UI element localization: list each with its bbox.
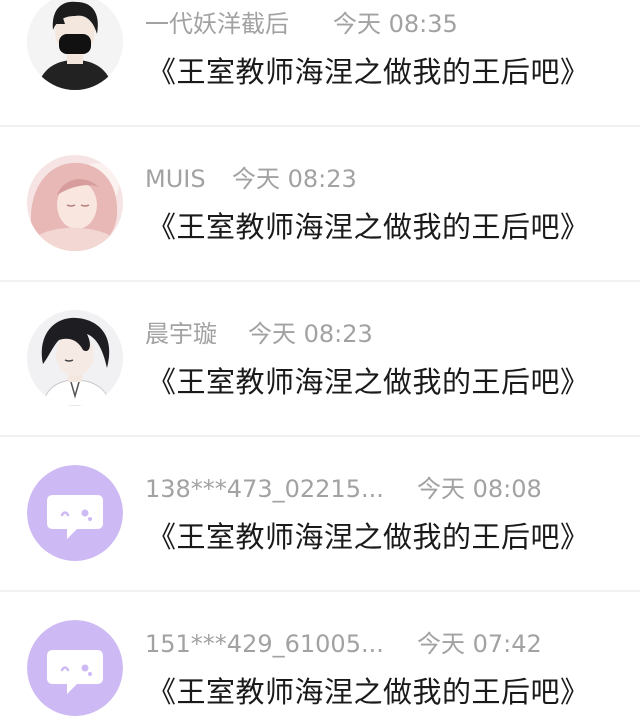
timestamp: 今天 08:23	[248, 320, 373, 348]
book-title-link[interactable]: 《王室教师海涅之做我的王后吧》	[147, 517, 590, 557]
comment-meta: 一代妖洋截后 今天 08:35	[145, 6, 458, 42]
timestamp: 今天 07:42	[417, 630, 542, 658]
book-title-link[interactable]: 《王室教师海涅之做我的王后吧》	[147, 207, 590, 247]
book-title-link[interactable]: 《王室教师海涅之做我的王后吧》	[147, 672, 590, 712]
book-title-link[interactable]: 《王室教师海涅之做我的王后吧》	[147, 362, 590, 402]
comment-meta: 151***429_61005... 今天 07:42	[145, 626, 542, 662]
comment-item[interactable]: MUIS 今天 08:23 《王室教师海涅之做我的王后吧》	[0, 127, 640, 282]
username[interactable]: MUIS	[145, 161, 206, 197]
username[interactable]: 晨宇璇	[145, 316, 217, 352]
masked-boy-avatar-icon[interactable]	[27, 0, 123, 90]
default-chat-bubble-avatar-icon[interactable]	[27, 465, 123, 561]
comment-item[interactable]: 151***429_61005... 今天 07:42 《王室教师海涅之做我的王…	[0, 592, 640, 725]
default-chat-bubble-avatar-icon[interactable]	[27, 620, 123, 716]
comment-item[interactable]: 一代妖洋截后 今天 08:35 《王室教师海涅之做我的王后吧》	[0, 0, 640, 127]
timestamp: 今天 08:23	[232, 165, 357, 193]
username[interactable]: 一代妖洋截后	[145, 6, 289, 42]
dark-hair-boy-avatar-icon[interactable]	[27, 310, 123, 406]
comment-item[interactable]: 晨宇璇 今天 08:23 《王室教师海涅之做我的王后吧》	[0, 282, 640, 437]
username[interactable]: 151***429_61005...	[145, 626, 384, 662]
comment-meta: 138***473_02215... 今天 08:08	[145, 471, 542, 507]
comment-list: 一代妖洋截后 今天 08:35 《王室教师海涅之做我的王后吧》 MUIS 今天 …	[0, 0, 640, 725]
username[interactable]: 138***473_02215...	[145, 471, 384, 507]
comment-item[interactable]: 138***473_02215... 今天 08:08 《王室教师海涅之做我的王…	[0, 437, 640, 592]
comment-meta: MUIS 今天 08:23	[145, 161, 357, 197]
pink-hair-girl-avatar-icon[interactable]	[27, 155, 123, 251]
book-title-link[interactable]: 《王室教师海涅之做我的王后吧》	[147, 52, 590, 92]
timestamp: 今天 08:35	[333, 10, 458, 38]
comment-meta: 晨宇璇 今天 08:23	[145, 316, 373, 352]
timestamp: 今天 08:08	[417, 475, 542, 503]
